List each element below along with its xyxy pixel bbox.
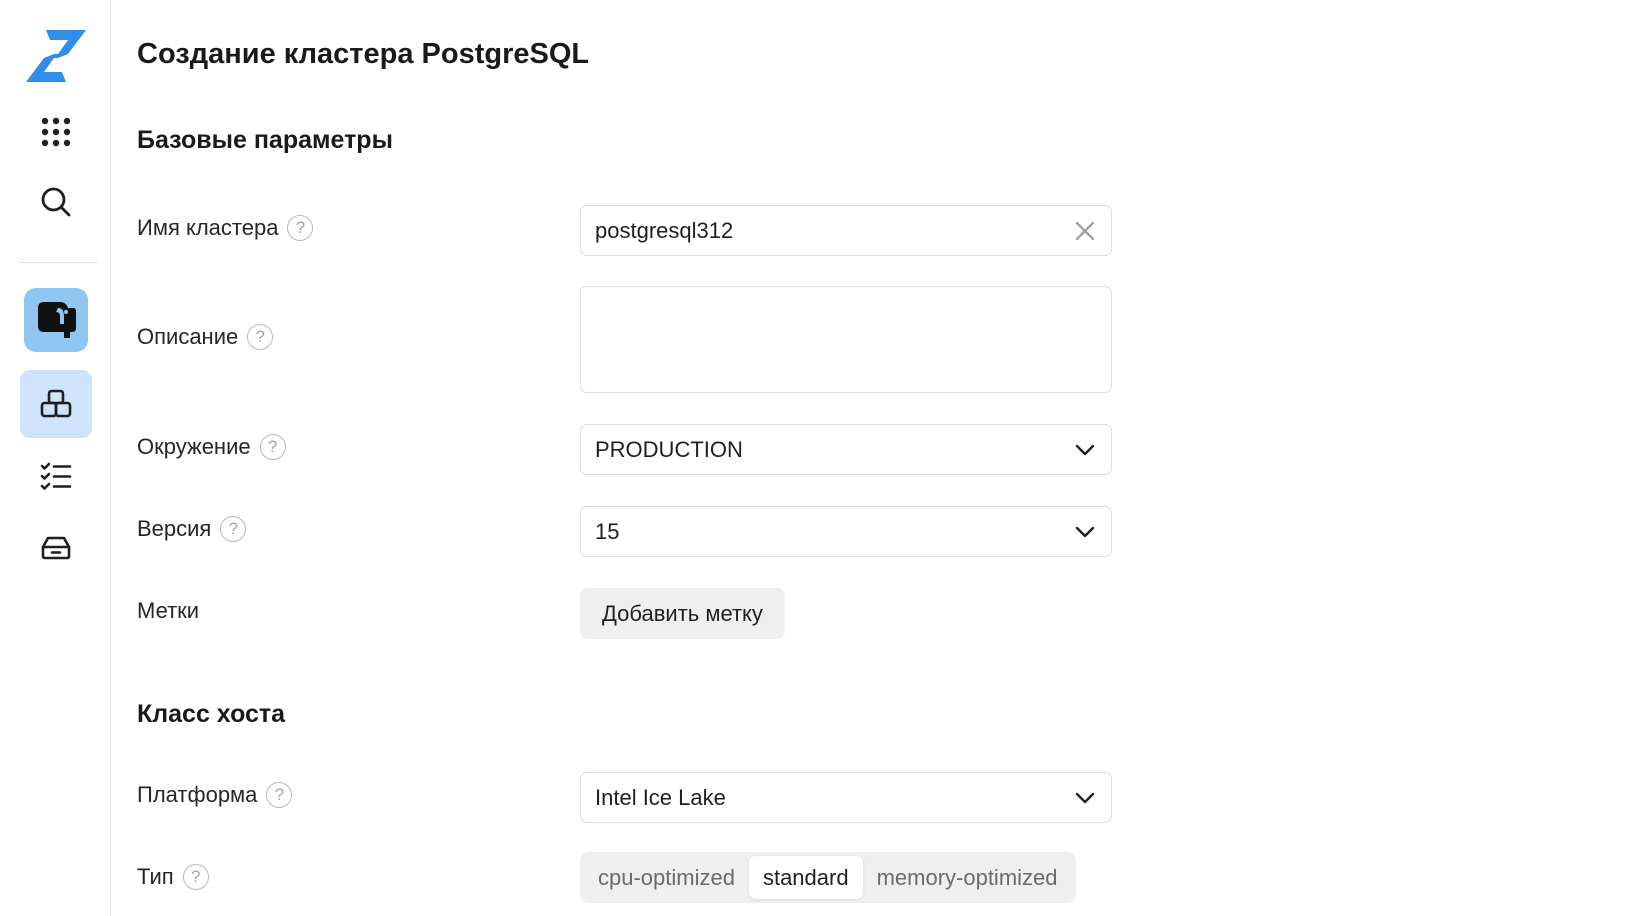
help-icon[interactable]: ? <box>220 516 247 542</box>
host-type-option-memory-optimized[interactable]: memory-optimized <box>863 856 1072 899</box>
platform-label-text: Платформа <box>137 782 258 807</box>
help-icon[interactable]: ? <box>247 324 274 350</box>
host-type-option-standard[interactable]: standard <box>748 856 863 899</box>
version-label-text: Версия <box>137 516 212 541</box>
chevron-down-icon <box>1073 786 1097 810</box>
help-icon[interactable]: ? <box>259 434 286 460</box>
version-value: 15 <box>595 518 620 544</box>
help-icon[interactable]: ? <box>182 864 209 890</box>
environment-select[interactable]: PRODUCTION <box>580 424 1112 475</box>
description-label: Описание ? <box>137 322 274 352</box>
main-content: Создание кластера PostgreSQL Базовые пар… <box>137 0 1632 916</box>
cloud-logo-icon[interactable] <box>20 22 92 90</box>
chevron-down-icon <box>1073 520 1097 544</box>
storage-icon[interactable] <box>20 514 92 582</box>
section-title-host-class: Класс хоста <box>137 700 286 728</box>
app-root: Создание кластера PostgreSQL Базовые пар… <box>0 0 1632 916</box>
version-label: Версия ? <box>137 514 247 544</box>
cluster-name-label: Имя кластера ? <box>137 213 314 243</box>
description-label-text: Описание <box>137 324 239 349</box>
cluster-name-value: postgresql312 <box>595 217 734 243</box>
host-type-option-cpu-optimized[interactable]: cpu-optimized <box>584 856 749 899</box>
help-icon[interactable]: ? <box>287 215 314 241</box>
search-icon[interactable] <box>20 168 92 236</box>
clusters-button[interactable] <box>20 370 92 438</box>
description-textarea[interactable] <box>580 286 1112 393</box>
postgresql-service-button[interactable] <box>20 286 92 354</box>
page-title: Создание кластера PostgreSQL <box>137 38 590 70</box>
section-title-basic: Базовые параметры <box>137 126 393 154</box>
type-label: Тип ? <box>137 862 209 892</box>
chevron-down-icon <box>1073 438 1097 462</box>
environment-label: Окружение ? <box>137 432 286 462</box>
add-label-button[interactable]: Добавить метку <box>580 588 785 639</box>
help-icon[interactable]: ? <box>266 782 293 808</box>
labels-label: Метки <box>137 596 199 626</box>
cluster-name-label-text: Имя кластера <box>137 215 279 240</box>
sidebar-divider <box>19 262 97 263</box>
clusters-icon <box>40 389 72 418</box>
platform-select[interactable]: Intel Ice Lake <box>580 772 1112 823</box>
cluster-name-input[interactable]: postgresql312 <box>580 205 1112 256</box>
type-label-text: Тип <box>137 864 174 889</box>
tasks-list-icon[interactable] <box>20 442 92 510</box>
platform-value: Intel Ice Lake <box>595 784 726 810</box>
environment-value: PRODUCTION <box>595 436 743 462</box>
environment-label-text: Окружение <box>137 434 251 459</box>
labels-label-text: Метки <box>137 598 200 623</box>
platform-label: Платформа ? <box>137 780 293 810</box>
sidebar <box>0 0 111 916</box>
postgresql-service-icon <box>24 288 88 352</box>
clear-icon[interactable] <box>1073 219 1097 243</box>
host-type-segmented-control: cpu-optimized standard memory-optimized <box>580 852 1076 903</box>
apps-grid-icon[interactable] <box>20 98 92 166</box>
version-select[interactable]: 15 <box>580 506 1112 557</box>
